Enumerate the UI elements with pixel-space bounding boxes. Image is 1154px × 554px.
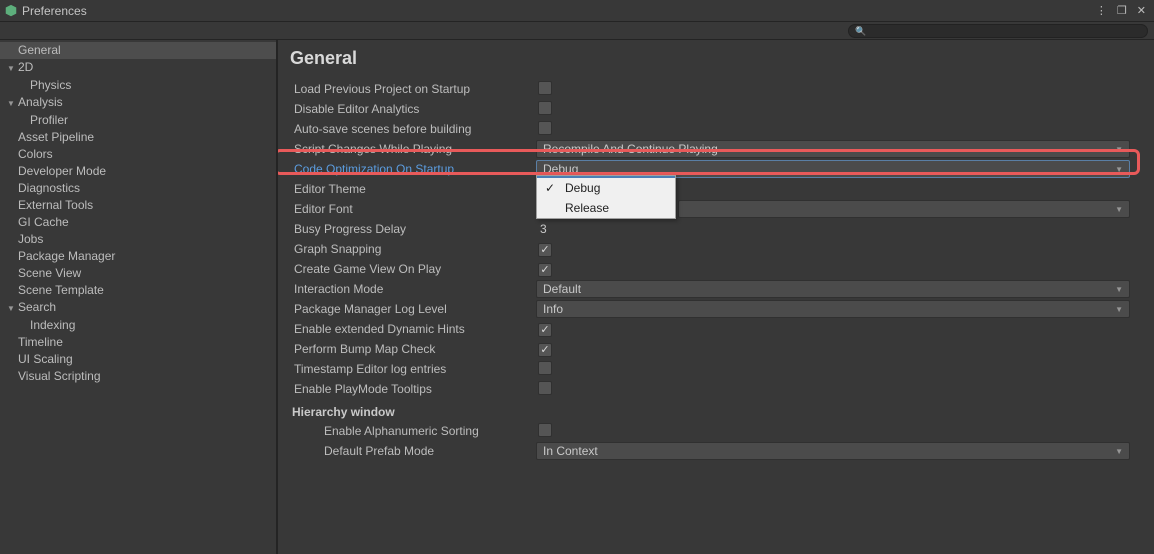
more-icon[interactable]: ⋮ — [1092, 4, 1111, 17]
search-icon: 🔍 — [855, 26, 866, 37]
sidebar-item-scene-view[interactable]: Scene View — [0, 265, 276, 282]
window-title: Preferences — [22, 4, 1092, 18]
menu-item-debug[interactable]: ✓Debug — [537, 178, 675, 198]
value-busy-delay[interactable]: 3 — [536, 222, 547, 236]
chevron-down-icon: ▼ — [6, 61, 16, 76]
label-code-optimization: Code Optimization On Startup — [286, 162, 536, 176]
label-editor-theme: Editor Theme — [286, 182, 536, 196]
content-panel: General Load Previous Project on Startup… — [278, 40, 1154, 554]
label-editor-font: Editor Font — [286, 202, 536, 216]
restore-icon[interactable]: ❐ — [1113, 4, 1131, 17]
sidebar-item-search[interactable]: ▼Search — [0, 299, 276, 317]
sidebar-item-colors[interactable]: Colors — [0, 146, 276, 163]
checkbox-load-previous[interactable] — [538, 81, 552, 95]
label-playmode-tooltips: Enable PlayMode Tooltips — [286, 382, 536, 396]
checkbox-playmode-tooltips[interactable] — [538, 381, 552, 395]
sidebar-item-ui-scaling[interactable]: UI Scaling — [0, 351, 276, 368]
sidebar-item-package-manager[interactable]: Package Manager — [0, 248, 276, 265]
chevron-down-icon: ▼ — [1115, 205, 1123, 214]
sidebar-item-visual-scripting[interactable]: Visual Scripting — [0, 368, 276, 385]
label-ext-hints: Enable extended Dynamic Hints — [286, 322, 536, 336]
chevron-down-icon: ▼ — [1115, 305, 1123, 314]
page-title: General — [286, 46, 1144, 79]
sidebar-item-external-tools[interactable]: External Tools — [0, 197, 276, 214]
label-bump-map: Perform Bump Map Check — [286, 342, 536, 356]
checkbox-alpha-sort[interactable] — [538, 423, 552, 437]
sidebar: General ▼2D Physics ▼Analysis Profiler A… — [0, 40, 278, 554]
label-disable-analytics: Disable Editor Analytics — [286, 102, 536, 116]
label-auto-save: Auto-save scenes before building — [286, 122, 536, 136]
dropdown-pkg-log-level[interactable]: Info▼ — [536, 300, 1130, 318]
checkbox-disable-analytics[interactable] — [538, 101, 552, 115]
menu-item-release[interactable]: Release — [537, 198, 675, 218]
sidebar-item-general[interactable]: General — [0, 42, 276, 59]
label-interaction-mode: Interaction Mode — [286, 282, 536, 296]
chevron-down-icon: ▼ — [6, 96, 16, 111]
dropdown-script-changes[interactable]: Recompile And Continue Playing▼ — [536, 140, 1130, 158]
chevron-down-icon: ▼ — [1115, 285, 1123, 294]
checkbox-ext-hints[interactable] — [538, 323, 552, 337]
sidebar-item-gi-cache[interactable]: GI Cache — [0, 214, 276, 231]
search-input[interactable]: 🔍 — [848, 24, 1148, 38]
label-prefab-mode: Default Prefab Mode — [286, 444, 536, 458]
sidebar-item-developer-mode[interactable]: Developer Mode — [0, 163, 276, 180]
label-busy-delay: Busy Progress Delay — [286, 222, 536, 236]
dropdown-popup: ✓Debug Release — [536, 175, 676, 219]
label-graph-snapping: Graph Snapping — [286, 242, 536, 256]
sidebar-item-physics[interactable]: Physics — [0, 77, 276, 94]
titlebar: Preferences ⋮ ❐ ✕ — [0, 0, 1154, 22]
label-load-previous: Load Previous Project on Startup — [286, 82, 536, 96]
chevron-down-icon: ▼ — [1115, 447, 1123, 456]
window-controls: ⋮ ❐ ✕ — [1092, 4, 1150, 17]
checkbox-graph-snapping[interactable] — [538, 243, 552, 257]
dropdown-interaction-mode[interactable]: Default▼ — [536, 280, 1130, 298]
sidebar-item-timeline[interactable]: Timeline — [0, 334, 276, 351]
sidebar-item-scene-template[interactable]: Scene Template — [0, 282, 276, 299]
chevron-down-icon: ▼ — [1115, 165, 1123, 174]
chevron-down-icon: ▼ — [1115, 145, 1123, 154]
dropdown-editor-font[interactable]: ▼ — [678, 200, 1130, 218]
close-icon[interactable]: ✕ — [1133, 4, 1150, 17]
unity-icon — [4, 4, 18, 18]
checkbox-timestamp[interactable] — [538, 361, 552, 375]
section-hierarchy: Hierarchy window — [286, 399, 1144, 421]
sidebar-item-profiler[interactable]: Profiler — [0, 112, 276, 129]
label-script-changes: Script Changes While Playing — [286, 142, 536, 156]
checkbox-create-game-view[interactable] — [538, 263, 552, 277]
checkbox-auto-save[interactable] — [538, 121, 552, 135]
check-icon: ✓ — [545, 181, 555, 195]
label-alpha-sort: Enable Alphanumeric Sorting — [286, 424, 536, 438]
searchbar-row: 🔍 — [0, 22, 1154, 40]
label-timestamp: Timestamp Editor log entries — [286, 362, 536, 376]
label-create-game-view: Create Game View On Play — [286, 262, 536, 276]
sidebar-item-indexing[interactable]: Indexing — [0, 317, 276, 334]
sidebar-item-analysis[interactable]: ▼Analysis — [0, 94, 276, 112]
checkbox-bump-map[interactable] — [538, 343, 552, 357]
sidebar-item-jobs[interactable]: Jobs — [0, 231, 276, 248]
sidebar-item-asset-pipeline[interactable]: Asset Pipeline — [0, 129, 276, 146]
label-pkg-log-level: Package Manager Log Level — [286, 302, 536, 316]
chevron-down-icon: ▼ — [6, 301, 16, 316]
sidebar-item-diagnostics[interactable]: Diagnostics — [0, 180, 276, 197]
sidebar-item-2d[interactable]: ▼2D — [0, 59, 276, 77]
dropdown-prefab-mode[interactable]: In Context▼ — [536, 442, 1130, 460]
